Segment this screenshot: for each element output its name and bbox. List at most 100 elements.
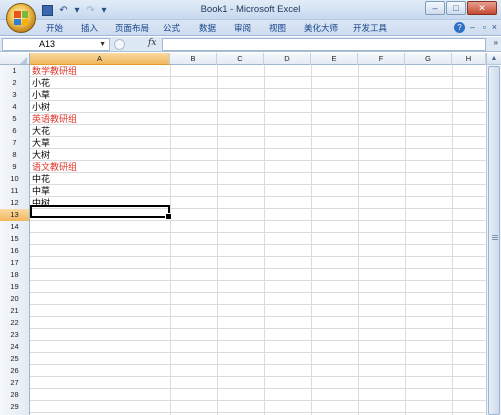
cell-a[interactable] (31, 257, 32, 269)
cell-a[interactable]: 中草 (31, 185, 50, 197)
table-row: 21 (0, 305, 486, 317)
table-row: 11 中草 (0, 185, 486, 197)
table-row: 17 (0, 257, 486, 269)
tab-review[interactable]: 审阅 (234, 22, 251, 34)
row-header[interactable]: 1 (0, 65, 30, 77)
row-header[interactable]: 7 (0, 137, 30, 149)
row-header[interactable]: 8 (0, 149, 30, 161)
cell-a[interactable]: 语文教研组 (31, 161, 77, 173)
cell-a[interactable] (31, 233, 32, 245)
row-header[interactable]: 12 (0, 197, 30, 209)
insert-function-button[interactable]: fx (148, 38, 156, 48)
table-row: 4 小树 (0, 101, 486, 113)
cell-a[interactable]: 中花 (31, 173, 50, 185)
row-header[interactable]: 4 (0, 101, 30, 113)
chevron-down-icon[interactable]: ▼ (99, 39, 106, 50)
column-header-f[interactable]: F (358, 53, 405, 65)
cell-a[interactable]: 大树 (31, 149, 50, 161)
cell-a[interactable] (31, 401, 32, 413)
cell-a[interactable] (31, 341, 32, 353)
cell-a[interactable]: 数学教研组 (31, 65, 77, 77)
row-header[interactable]: 15 (0, 233, 30, 245)
office-logo-icon (14, 11, 28, 25)
row-header[interactable]: 2 (0, 77, 30, 89)
tab-home[interactable]: 开始 (46, 22, 63, 34)
scrollbar-thumb[interactable] (488, 66, 500, 415)
cell-a[interactable] (31, 317, 32, 329)
cell-a[interactable]: 英语教研组 (31, 113, 77, 125)
row-header[interactable]: 17 (0, 257, 30, 269)
row-header[interactable]: 21 (0, 305, 30, 317)
row-header[interactable]: 28 (0, 389, 30, 401)
cell-a[interactable] (31, 269, 32, 281)
cell-a[interactable] (31, 377, 32, 389)
column-header-g[interactable]: G (405, 53, 452, 65)
cell-a[interactable] (31, 305, 32, 317)
active-cell-selection[interactable] (30, 205, 172, 220)
tab-data[interactable]: 数据 (199, 22, 216, 34)
ribbon-restore-button[interactable]: ▫ (483, 22, 486, 32)
cell-a[interactable] (31, 389, 32, 401)
column-header-b[interactable]: B (170, 53, 217, 65)
cell-a[interactable] (31, 221, 32, 233)
row-header[interactable]: 26 (0, 365, 30, 377)
cell-a[interactable] (31, 329, 32, 341)
row-header[interactable]: 24 (0, 341, 30, 353)
row-header[interactable]: 16 (0, 245, 30, 257)
minimize-window-button[interactable]: – (425, 1, 445, 15)
vertical-scrollbar[interactable]: ▲ (486, 53, 501, 415)
cell-a[interactable] (31, 365, 32, 377)
row-header[interactable]: 14 (0, 221, 30, 233)
row-header[interactable]: 3 (0, 89, 30, 101)
row-header[interactable]: 11 (0, 185, 30, 197)
row-header[interactable]: 19 (0, 281, 30, 293)
cell-a[interactable]: 小树 (31, 101, 50, 113)
column-header-h[interactable]: H (452, 53, 486, 65)
name-box[interactable]: A13 ▼ (2, 38, 110, 51)
help-icon[interactable]: ? (454, 22, 465, 33)
scroll-up-icon[interactable]: ▲ (487, 53, 501, 65)
tab-view[interactable]: 视图 (269, 22, 286, 34)
cell-a[interactable]: 大草 (31, 137, 50, 149)
close-window-button[interactable]: ✕ (467, 1, 497, 15)
cell-a[interactable] (31, 281, 32, 293)
table-row: 6 大花 (0, 125, 486, 137)
office-button[interactable] (6, 3, 36, 33)
grip-icon (492, 235, 498, 241)
row-header[interactable]: 25 (0, 353, 30, 365)
cell-a[interactable]: 小草 (31, 89, 50, 101)
row-header[interactable]: 29 (0, 401, 30, 413)
ribbon-minimize-button[interactable]: – (470, 22, 475, 32)
column-header-c[interactable]: C (217, 53, 264, 65)
cell-a[interactable] (31, 245, 32, 257)
cell-a[interactable]: 大花 (31, 125, 50, 137)
row-header[interactable]: 20 (0, 293, 30, 305)
tab-formulas[interactable]: 公式 (163, 22, 180, 34)
column-header-e[interactable]: E (311, 53, 358, 65)
cell-a[interactable] (31, 353, 32, 365)
formula-input[interactable] (162, 38, 486, 51)
row-header[interactable]: 9 (0, 161, 30, 173)
tab-insert[interactable]: 插入 (81, 22, 98, 34)
column-header-a[interactable]: A (30, 53, 170, 65)
row-header[interactable]: 27 (0, 377, 30, 389)
tab-developer[interactable]: 开发工具 (353, 22, 387, 34)
row-header[interactable]: 6 (0, 125, 30, 137)
expand-formula-bar-icon[interactable]: » (494, 38, 498, 47)
column-header-d[interactable]: D (264, 53, 311, 65)
cell-a[interactable] (31, 293, 32, 305)
select-all-corner[interactable] (0, 53, 30, 65)
ribbon-close-button[interactable]: × (492, 22, 497, 32)
cell-a[interactable]: 小花 (31, 77, 50, 89)
tab-beautify-master[interactable]: 美化大师 (304, 22, 338, 34)
worksheet-grid[interactable]: A B C D E F G H 1 数学教研组 2 小花 3 小草 4 小树 5 英语教研组 6 大花… (0, 53, 486, 415)
tab-page-layout[interactable]: 页面布局 (115, 22, 149, 34)
table-row: 26 (0, 365, 486, 377)
row-header[interactable]: 5 (0, 113, 30, 125)
maximize-window-button[interactable]: □ (446, 1, 466, 15)
row-header[interactable]: 23 (0, 329, 30, 341)
row-header[interactable]: 13 (0, 209, 30, 221)
row-header[interactable]: 22 (0, 317, 30, 329)
row-header[interactable]: 18 (0, 269, 30, 281)
row-header[interactable]: 10 (0, 173, 30, 185)
